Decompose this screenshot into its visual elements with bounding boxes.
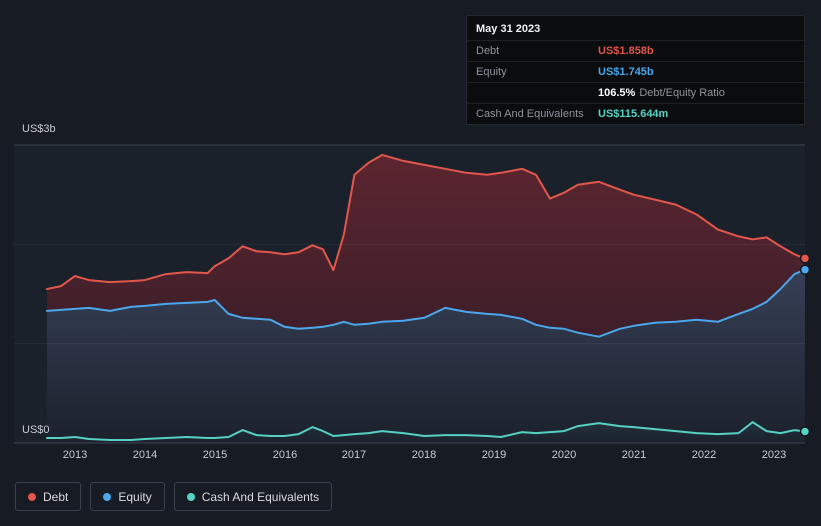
tooltip-equity-label: Equity [476,66,507,78]
tooltip-debt-value: US$1.858b [598,45,654,57]
equity-legend-dot-icon [103,492,112,501]
tooltip-cash-label: Cash And Equivalents [476,108,584,120]
tooltip-debt-row: Debt US$1.858b [467,40,804,61]
cash-and-equivalents-end-marker [799,426,811,437]
tooltip-debt-label: Debt [476,45,500,57]
legend-item-debt-label: Debt [43,489,69,504]
x-tick-label: 2015 [202,449,228,461]
tooltip-equity-row: Equity US$1.745b [467,61,804,82]
chart-legend: Debt Equity Cash And Equivalents [15,482,333,511]
equity-end-marker [799,264,811,275]
x-tick-label: 2013 [62,449,88,461]
x-tick-label: 2019 [481,449,507,461]
debt-legend-dot-icon [28,492,36,501]
debt-equity-chart-page: US$3b US$0 2013 2014 2015 2016 2017 2018 2019 2… [0,0,821,526]
legend-item-equity[interactable]: Equity [90,482,165,511]
tooltip-ratio-row: 106.5% Debt/Equity Ratio [467,82,804,103]
tooltip-cash-row: Cash And Equivalents US$115.644m [467,103,804,124]
x-tick-label: 2017 [341,449,367,461]
x-axis: 2013 2014 2015 2016 2017 2018 2019 2020 2021 2022… [0,449,821,465]
x-tick-label: 2023 [761,449,787,461]
x-tick-label: 2021 [621,449,647,461]
x-tick-label: 2014 [132,449,158,461]
legend-item-cash-label: Cash And Equivalents [201,489,320,504]
y-axis-bottom-label: US$0 [22,424,50,436]
cash-legend-dot-icon [186,492,195,501]
chart-tooltip: May 31 2023 Debt US$1.858b Equity US$1.7… [466,15,805,125]
x-tick-label: 2016 [272,449,298,461]
legend-item-debt[interactable]: Debt [15,482,82,511]
legend-item-equity-label: Equity [118,489,152,504]
x-tick-label: 2018 [411,449,437,461]
y-axis-top-label: US$3b [22,123,56,135]
x-tick-label: 2020 [551,449,577,461]
tooltip-ratio-percent: 106.5% [598,87,636,99]
debt-end-marker [799,253,811,264]
tooltip-date: May 31 2023 [476,23,541,35]
tooltip-cash-value: US$115.644m [598,108,669,120]
tooltip-equity-value: US$1.745b [598,66,654,78]
legend-item-cash[interactable]: Cash And Equivalents [173,482,333,511]
x-tick-label: 2022 [691,449,717,461]
tooltip-ratio-label: Debt/Equity Ratio [639,87,725,99]
